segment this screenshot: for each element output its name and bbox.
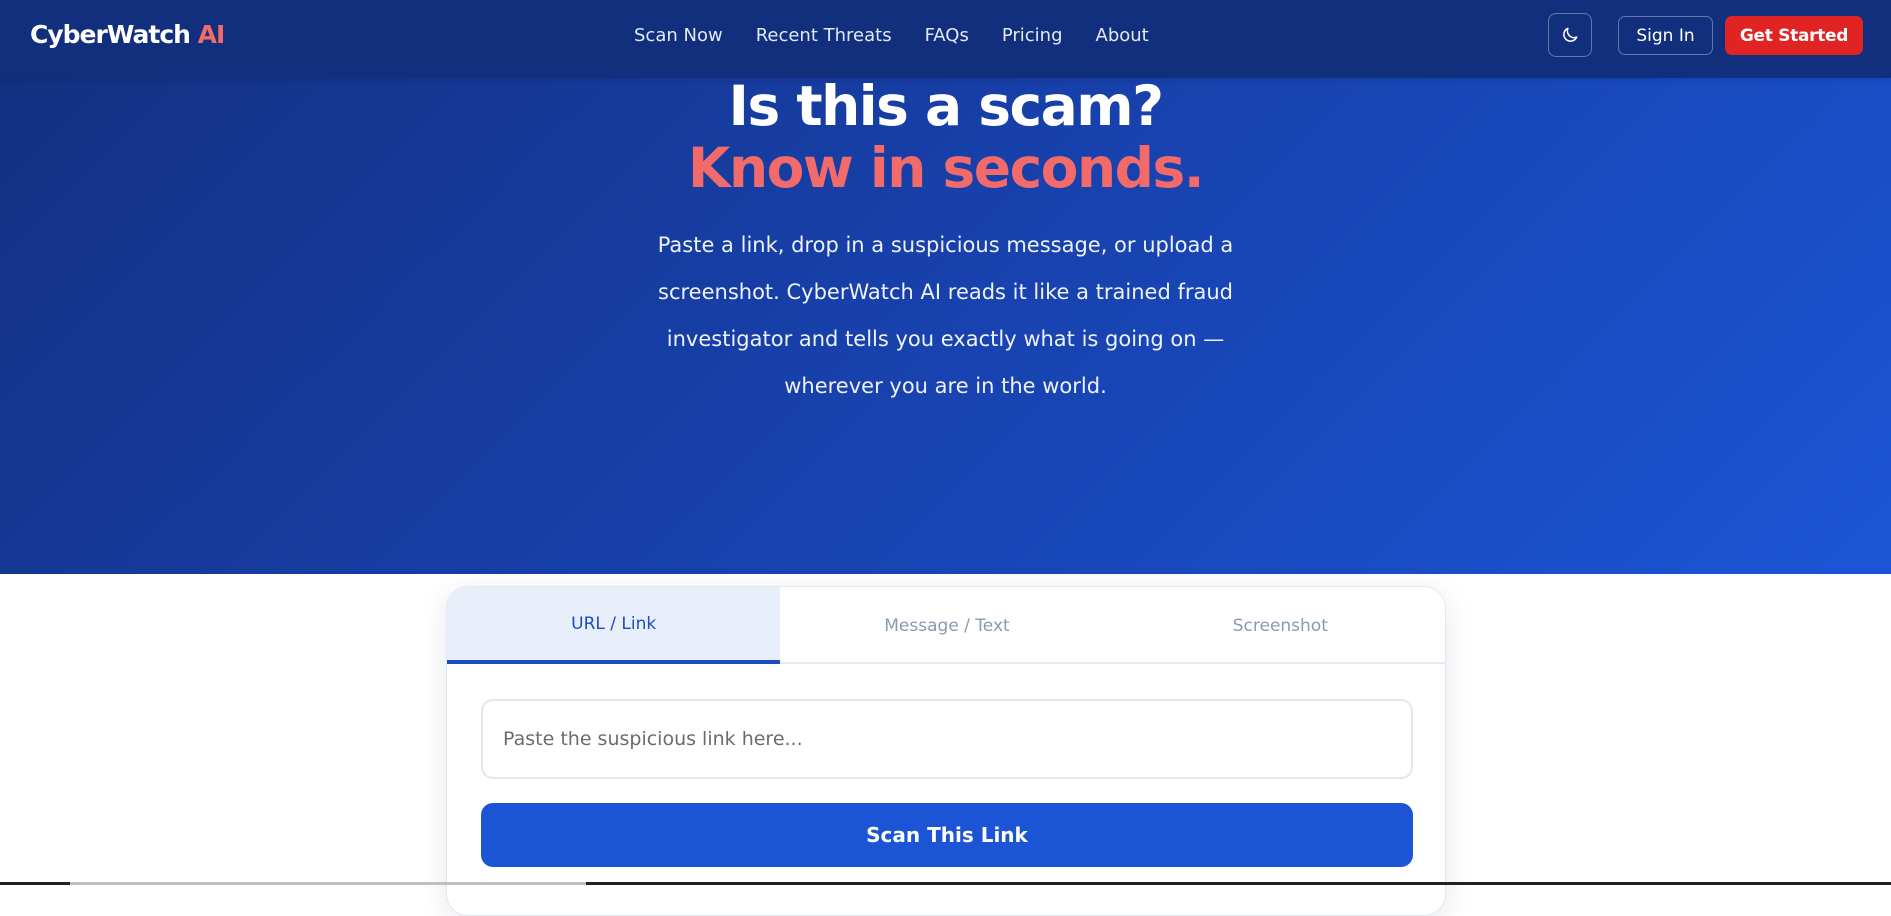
nav-pricing[interactable]: Pricing [1002,25,1063,46]
get-started-button[interactable]: Get Started [1725,16,1863,55]
scan-card: URL / Link Message / Text Screenshot Sca… [446,586,1446,916]
hero-headline-accent: Know in seconds. [687,136,1205,200]
hero-section: Is this a scam? Know in seconds. Paste a… [0,0,1891,574]
hero-headline-primary: Is this a scam? [728,74,1164,138]
nav-scan-now[interactable]: Scan Now [634,25,723,46]
tab-url-link[interactable]: URL / Link [447,587,781,664]
sign-in-button[interactable]: Sign In [1618,16,1713,55]
theme-toggle-button[interactable] [1548,13,1592,57]
tab-screenshot[interactable]: Screenshot [1114,587,1445,664]
nav-about[interactable]: About [1096,25,1149,46]
tab-message-text[interactable]: Message / Text [780,587,1113,664]
nav-faqs[interactable]: FAQs [925,25,969,46]
hero-description: Paste a link, drop in a suspicious messa… [657,233,1234,398]
scan-link-button[interactable]: Scan This Link [481,803,1413,867]
url-input[interactable] [481,699,1413,779]
nav-recent-threats[interactable]: Recent Threats [756,25,892,46]
top-navbar: CyberWatch AI Scan Now Recent Threats FA… [0,0,1891,78]
main-nav: Scan Now Recent Threats FAQs Pricing Abo… [634,25,1149,46]
moon-icon [1563,27,1578,42]
brand-name: CyberWatch [30,20,191,49]
scan-type-tabs: URL / Link Message / Text Screenshot [447,587,1445,664]
brand-logo[interactable]: CyberWatch AI [30,20,226,49]
brand-suffix: AI [197,20,226,49]
